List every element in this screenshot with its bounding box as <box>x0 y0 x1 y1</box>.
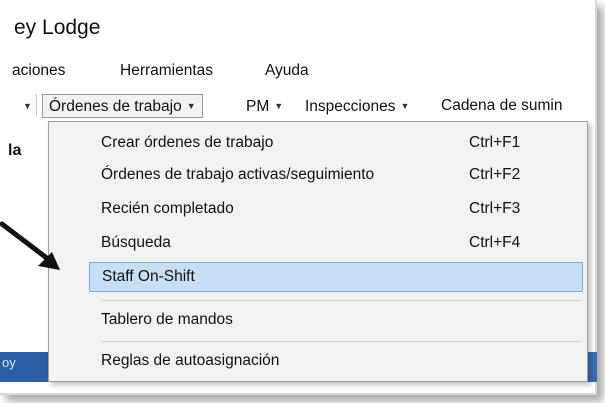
toolbar-pm-label: PM <box>246 98 270 115</box>
toolbar-inspecciones-label: Inspecciones <box>305 98 396 115</box>
menu-item-label: Crear órdenes de trabajo <box>101 134 274 151</box>
menu-item-label: Búsqueda <box>101 234 171 251</box>
menu-item-shortcut: Ctrl+F1 <box>469 134 521 151</box>
menu-item-label: Órdenes de trabajo activas/seguimiento <box>101 166 375 183</box>
bottom-bar-text: oy <box>2 355 16 370</box>
menu-item-shortcut: Ctrl+F4 <box>469 234 521 251</box>
toolbar-cadena[interactable]: Cadena de sumin <box>441 95 563 117</box>
menu-item-label: Staff On-Shift <box>102 268 195 285</box>
app-window: ey Lodge aciones Herramientas Ayuda ▼ Ór… <box>0 0 597 395</box>
toolbar-cadena-label: Cadena de sumin <box>441 97 563 114</box>
toolbar-pm[interactable]: PM ▼ <box>246 95 283 117</box>
menu-item-label: Tablero de mandos <box>101 311 233 328</box>
menu-item-recien-completado[interactable]: Recién completado Ctrl+F3 <box>89 194 583 224</box>
menu-item-label: Recién completado <box>101 200 234 217</box>
menu-separator <box>101 300 581 301</box>
menu-item-herramientas[interactable]: Herramientas <box>120 62 213 80</box>
toolbar-ordenes-de-trabajo[interactable]: Órdenes de trabajo ▼ <box>42 94 203 118</box>
module-toolbar: ▼ Órdenes de trabajo ▼ PM ▼ Inspecciones ▼ … <box>0 90 595 120</box>
pointer-arrow-icon <box>0 221 60 270</box>
caret-down-icon: ▼ <box>274 101 284 111</box>
left-panel-text: la <box>8 142 22 159</box>
menu-item-shortcut: Ctrl+F2 <box>469 166 521 183</box>
menu-item-tablero-de-mandos[interactable]: Tablero de mandos <box>89 305 583 335</box>
menu-item-busqueda[interactable]: Búsqueda Ctrl+F4 <box>89 228 583 258</box>
bottom-strip <box>0 382 595 393</box>
window-title: ey Lodge <box>14 16 101 39</box>
toolbar-caret[interactable]: ▼ <box>18 95 32 117</box>
menu-item-crear-ordenes[interactable]: Crear órdenes de trabajo Ctrl+F1 <box>89 128 583 158</box>
menu-item-operaciones[interactable]: aciones <box>12 62 65 80</box>
menu-separator <box>101 341 581 342</box>
menu-item-staff-on-shift[interactable]: Staff On-Shift <box>89 262 583 292</box>
toolbar-separator <box>36 94 37 116</box>
toolbar-inspecciones[interactable]: Inspecciones ▼ <box>305 95 409 117</box>
menu-bar: aciones Herramientas Ayuda <box>0 52 595 86</box>
caret-down-icon: ▼ <box>186 101 196 111</box>
ordenes-dropdown-menu: Crear órdenes de trabajo Ctrl+F1 Órdenes… <box>48 121 588 382</box>
toolbar-ordenes-label: Órdenes de trabajo <box>49 98 182 115</box>
menu-item-ayuda[interactable]: Ayuda <box>265 62 309 80</box>
menu-item-shortcut: Ctrl+F3 <box>469 200 521 217</box>
menu-item-reglas-autoasignacion[interactable]: Reglas de autoasignación <box>89 346 583 376</box>
caret-down-icon: ▼ <box>23 101 32 111</box>
caret-down-icon: ▼ <box>400 101 410 111</box>
menu-item-label: Reglas de autoasignación <box>101 352 280 369</box>
menu-item-ordenes-activas[interactable]: Órdenes de trabajo activas/seguimiento C… <box>89 160 583 190</box>
